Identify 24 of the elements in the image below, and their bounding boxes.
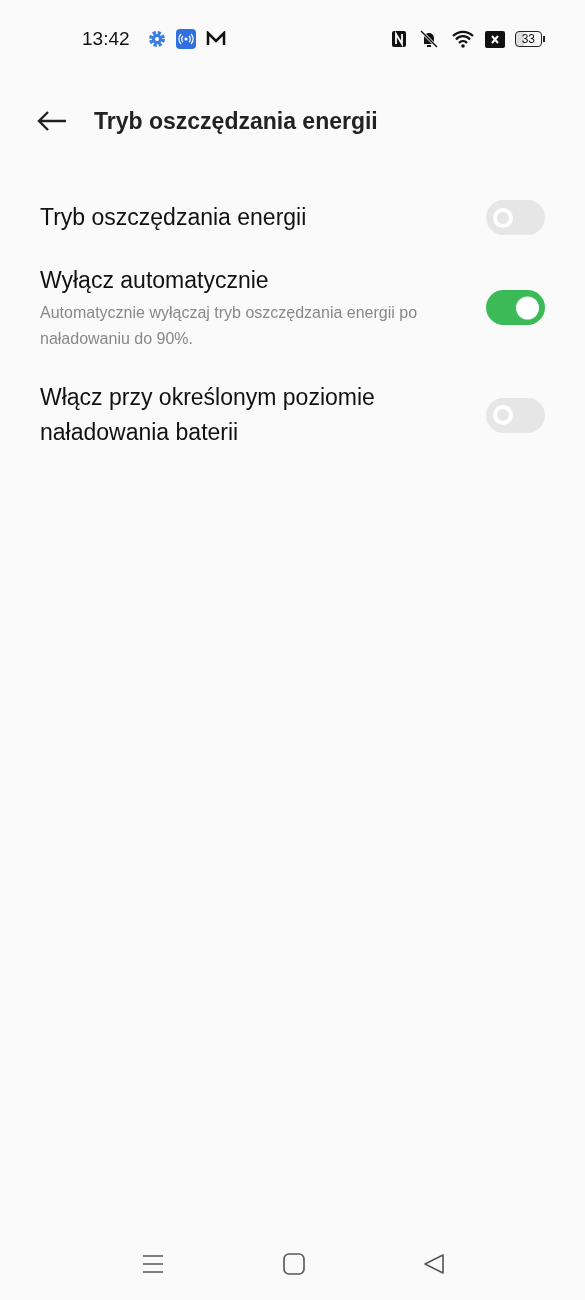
- back-button[interactable]: [36, 109, 68, 133]
- back-arrow-icon: [36, 109, 68, 133]
- setting-title: Wyłącz automatycznie: [40, 266, 270, 295]
- wifi-icon: [450, 29, 475, 49]
- home-button[interactable]: [282, 1253, 305, 1275]
- toggle-switch[interactable]: [486, 200, 545, 235]
- setting-description: Automatycznie wyłączaj tryb oszczędzania energii po naładowaniu do 90%.: [40, 303, 419, 349]
- toggle-switch[interactable]: [486, 290, 545, 325]
- back-nav-button[interactable]: [423, 1253, 445, 1275]
- toggle-switch[interactable]: [486, 397, 545, 433]
- square-icon: [282, 1253, 305, 1275]
- setting-title: Włącz przy określonym poziomie naładowania baterii: [40, 383, 376, 447]
- battery-icon: 33: [514, 31, 545, 47]
- menu-icon: [142, 1254, 164, 1274]
- setting-title: Tryb oszczędzania energii: [40, 203, 308, 232]
- triangle-icon: [423, 1253, 445, 1275]
- no-sim-icon: [484, 30, 505, 48]
- menu-button[interactable]: [142, 1254, 164, 1274]
- nfc-icon: [390, 30, 407, 48]
- page-title: Tryb oszczędzania energii: [94, 107, 378, 135]
- broadcast-icon: [175, 29, 196, 49]
- mail-icon: [205, 31, 226, 47]
- gear-icon: [147, 30, 166, 48]
- status-time: 13:42: [82, 28, 130, 50]
